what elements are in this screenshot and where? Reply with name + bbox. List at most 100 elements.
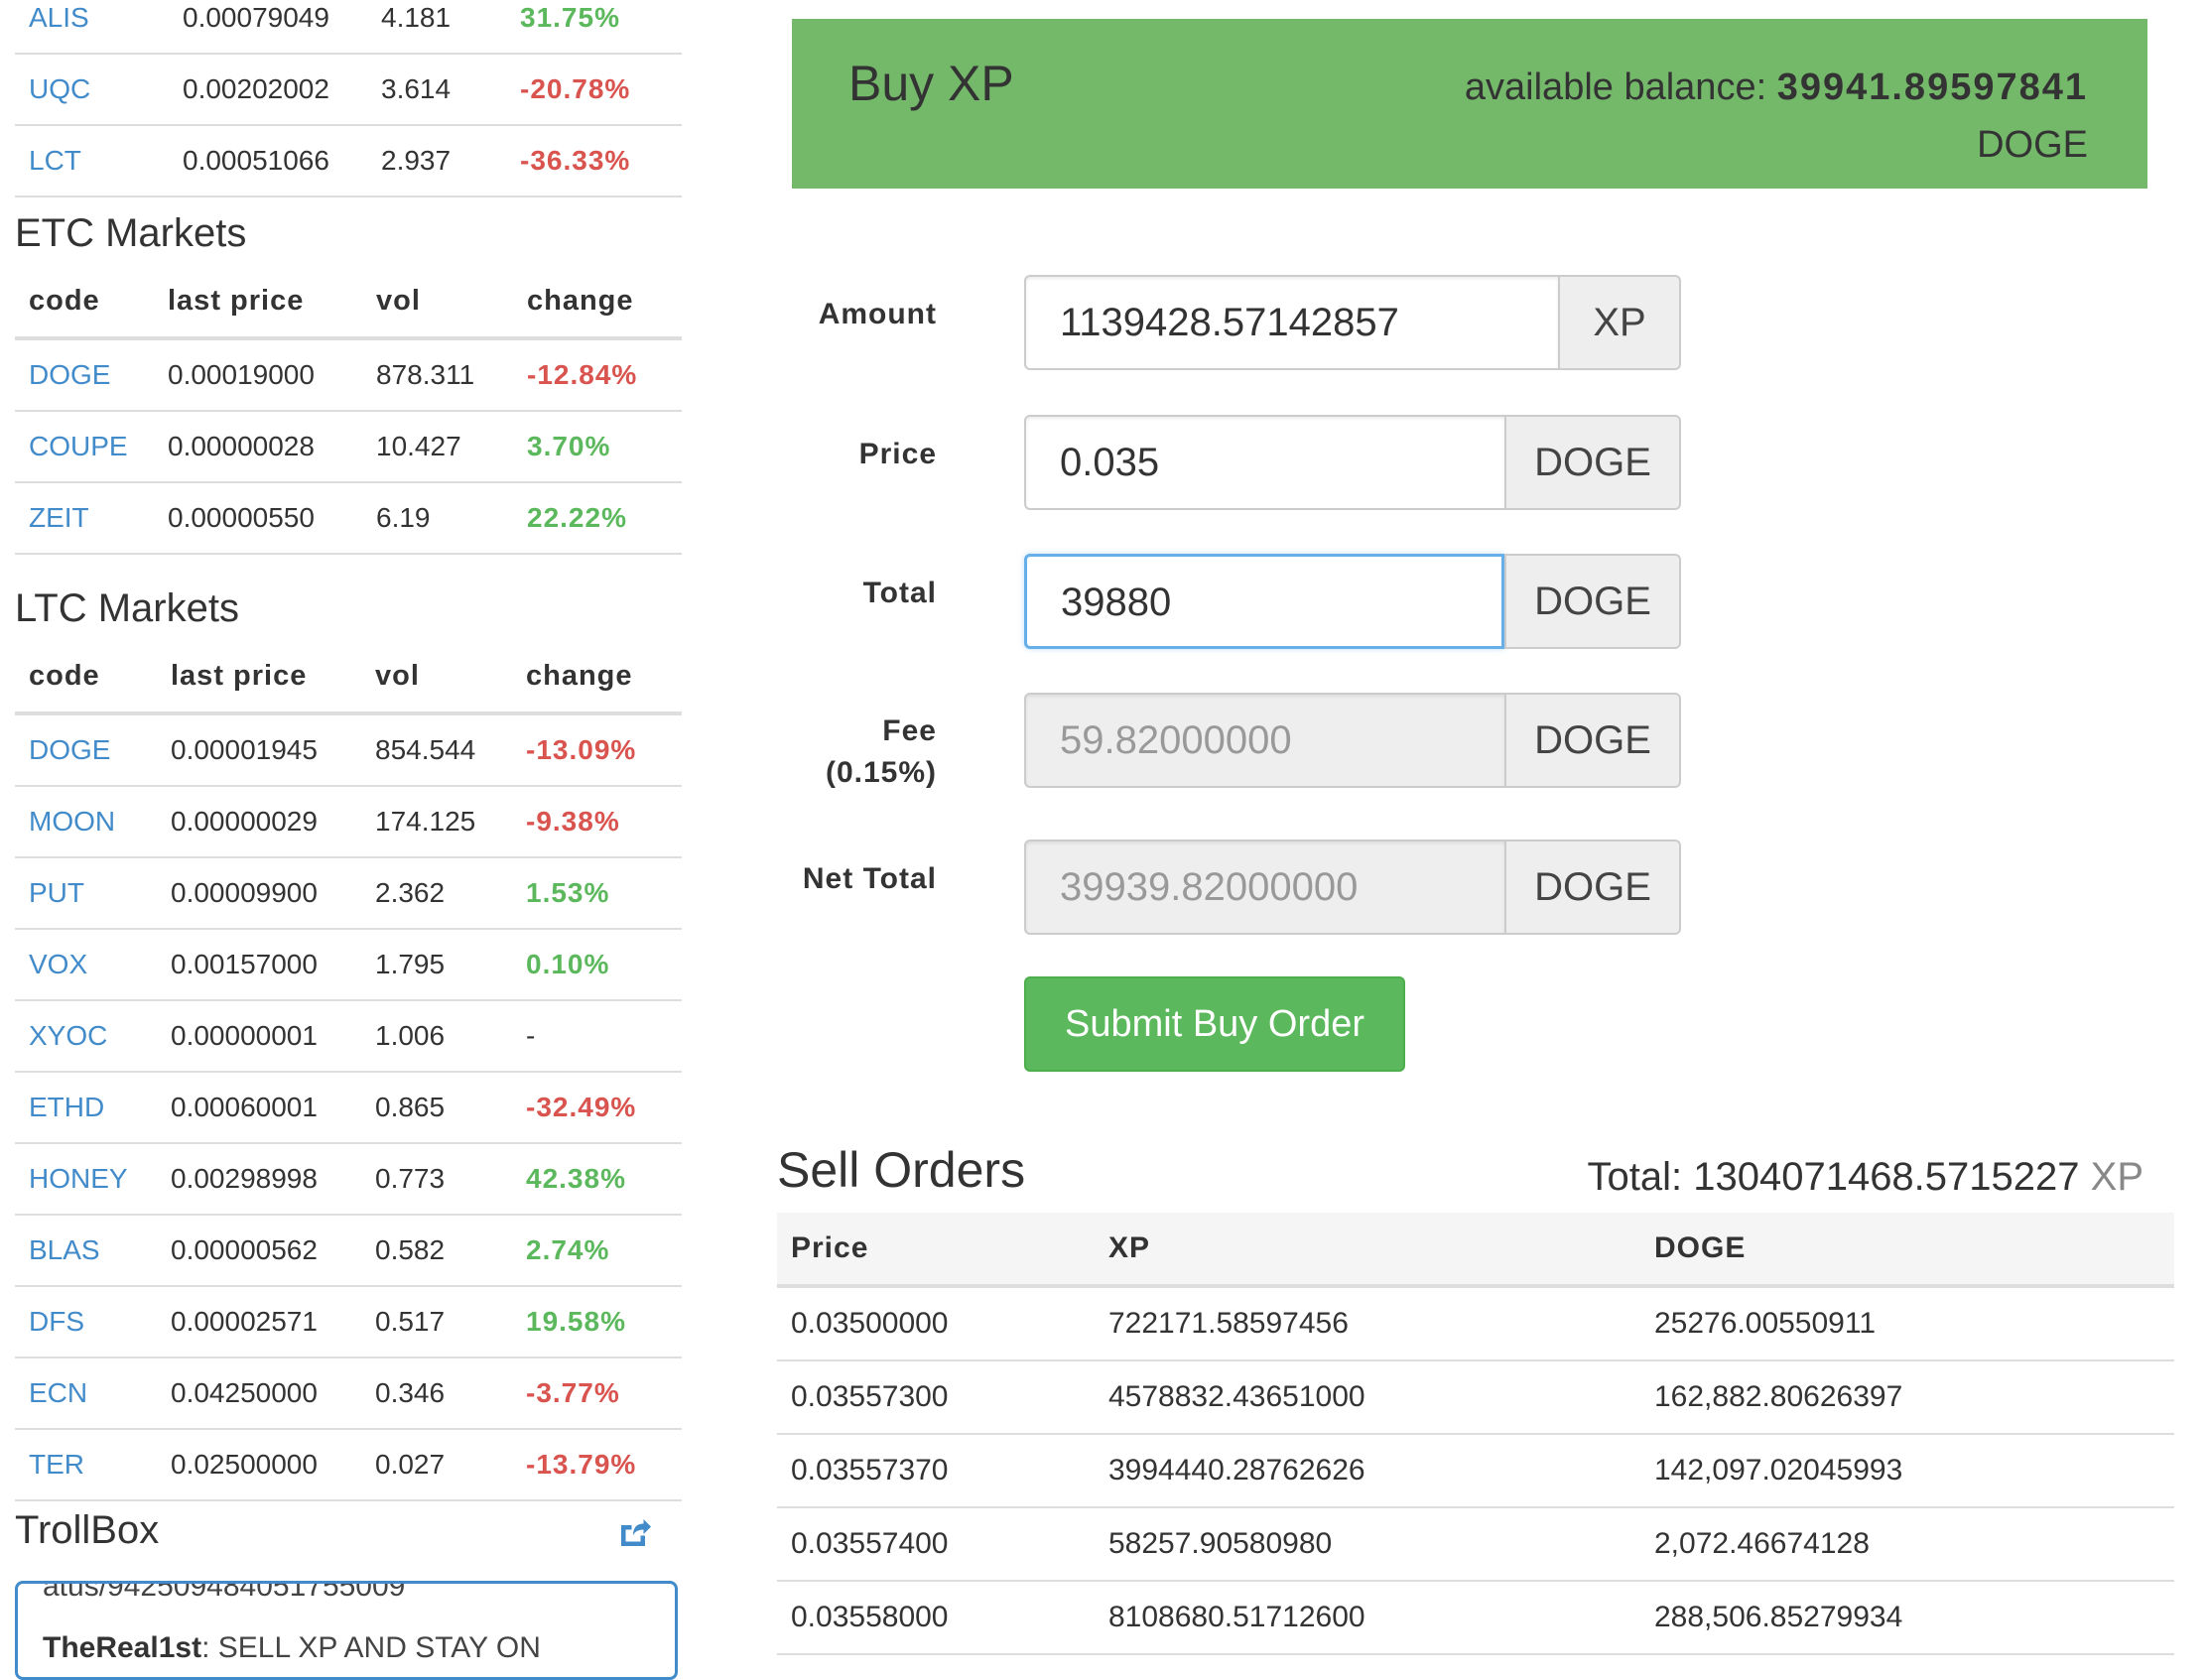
market-code-link[interactable]: ETHD: [15, 1072, 157, 1144]
sell-order-xp: 722171.58597456: [1095, 1286, 1640, 1361]
amount-unit: XP: [1558, 275, 1681, 370]
market-row[interactable]: ALIS 0.00079049 4.181 31.75%: [15, 0, 682, 55]
sell-order-price: 0.03558000: [777, 1581, 1095, 1655]
market-code-link[interactable]: HONEY: [15, 1143, 157, 1216]
market-code-link[interactable]: ZEIT: [15, 482, 154, 555]
etc-header-last-price[interactable]: last price: [154, 265, 362, 340]
market-row[interactable]: TER 0.02500000 0.027 -13.79%: [15, 1429, 682, 1501]
market-code-link[interactable]: BLAS: [15, 1215, 157, 1287]
market-code-link[interactable]: VOX: [15, 929, 157, 1001]
market-row[interactable]: LCT 0.00051066 2.937 -36.33%: [15, 125, 682, 197]
popout-icon[interactable]: [615, 1516, 651, 1552]
sell-order-row[interactable]: 0.03557400 58257.90580980 2,072.46674128: [777, 1507, 2174, 1582]
ltc-header-change[interactable]: change: [512, 640, 682, 715]
total-input[interactable]: 39880: [1024, 554, 1504, 649]
sell-order-xp: 58257.90580980: [1095, 1507, 1640, 1582]
market-volume: 2.362: [361, 857, 512, 930]
market-code-link[interactable]: LCT: [15, 125, 169, 197]
sell-orders-header-xp[interactable]: XP: [1095, 1213, 1640, 1288]
market-row[interactable]: ZEIT 0.00000550 6.19 22.22%: [15, 482, 682, 555]
market-last-price: 0.00202002: [169, 54, 367, 126]
market-row[interactable]: ETHD 0.00060001 0.865 -32.49%: [15, 1072, 682, 1144]
chat-previous-line: atus/942509484051755009: [43, 1581, 406, 1603]
market-code-link[interactable]: MOON: [15, 786, 157, 858]
sell-orders-header-price[interactable]: Price: [777, 1213, 1095, 1288]
market-code-link[interactable]: DOGE: [15, 338, 154, 412]
market-row[interactable]: VOX 0.00157000 1.795 0.10%: [15, 929, 682, 1001]
market-row[interactable]: BLAS 0.00000562 0.582 2.74%: [15, 1215, 682, 1287]
market-change: 22.22%: [513, 482, 682, 555]
market-code-link[interactable]: PUT: [15, 857, 157, 930]
market-code-link[interactable]: TER: [15, 1429, 157, 1501]
net-total-input: 39939.82000000: [1024, 840, 1504, 935]
buy-panel-header: Buy XP available balance: 39941.89597841…: [792, 19, 2147, 189]
market-row[interactable]: PUT 0.00009900 2.362 1.53%: [15, 857, 682, 930]
sell-order-row[interactable]: 0.03500000 722171.58597456 25276.00550911: [777, 1286, 2174, 1361]
sell-order-row[interactable]: 0.03557370 3994440.28762626 142,097.020459…: [777, 1434, 2174, 1508]
market-last-price: 0.00000550: [154, 482, 362, 555]
market-last-price: 0.00000029: [157, 786, 361, 858]
amount-label: Amount: [818, 298, 937, 330]
market-change: 19.58%: [512, 1286, 682, 1358]
market-code-link[interactable]: ALIS: [15, 0, 169, 55]
market-change: -: [512, 1000, 682, 1073]
market-row[interactable]: MOON 0.00000029 174.125 -9.38%: [15, 786, 682, 858]
market-code-link[interactable]: DFS: [15, 1286, 157, 1358]
market-code-link[interactable]: COUPE: [15, 411, 154, 483]
submit-buy-order-button[interactable]: Submit Buy Order: [1024, 976, 1405, 1072]
market-row[interactable]: DOGE 0.00019000 878.311 -12.84%: [15, 338, 682, 412]
sell-order-row[interactable]: 0.03557300 4578832.43651000 162,882.806263…: [777, 1360, 2174, 1435]
market-row[interactable]: ECN 0.04250000 0.346 -3.77%: [15, 1357, 682, 1430]
market-change: 31.75%: [506, 0, 682, 55]
sell-order-price: 0.03557370: [777, 1434, 1095, 1508]
etc-header-code[interactable]: code: [15, 265, 154, 340]
market-code-link[interactable]: XYOC: [15, 1000, 157, 1073]
market-code-link[interactable]: ECN: [15, 1357, 157, 1430]
market-volume: 1.006: [361, 1000, 512, 1073]
market-last-price: 0.00000001: [157, 1000, 361, 1073]
sell-order-doge: 288,506.85279934: [1640, 1581, 2174, 1655]
sell-order-doge: 2,072.46674128: [1640, 1507, 2174, 1582]
market-row[interactable]: COUPE 0.00000028 10.427 3.70%: [15, 411, 682, 483]
market-code-link[interactable]: DOGE: [15, 713, 157, 787]
market-code-link[interactable]: UQC: [15, 54, 169, 126]
market-last-price: 0.00157000: [157, 929, 361, 1001]
market-volume: 0.517: [361, 1286, 512, 1358]
price-label: Price: [858, 438, 937, 470]
market-volume: 10.427: [362, 411, 513, 483]
ltc-header-vol[interactable]: vol: [361, 640, 512, 715]
market-last-price: 0.00009900: [157, 857, 361, 930]
fee-label: Fee (0.15%): [826, 711, 937, 794]
market-last-price: 0.00002571: [157, 1286, 361, 1358]
price-group: 0.035 DOGE: [1024, 415, 1681, 510]
fee-percent: (0.15%): [825, 756, 937, 789]
net-total-unit: DOGE: [1504, 840, 1681, 935]
market-volume: 4.181: [367, 0, 506, 55]
ltc-header-code[interactable]: code: [15, 640, 157, 715]
etc-header-vol[interactable]: vol: [362, 265, 513, 340]
markets-column: ALIS 0.00079049 4.181 31.75% UQC 0.00202002 3.…: [15, 0, 682, 1501]
sell-orders-header-doge[interactable]: DOGE: [1640, 1213, 2174, 1288]
market-row[interactable]: DOGE 0.00001945 854.544 -13.09%: [15, 713, 682, 787]
market-row[interactable]: DFS 0.00002571 0.517 19.58%: [15, 1286, 682, 1358]
etc-markets-table: code last price vol change DOGE 0.00019000 87…: [15, 265, 682, 555]
chat-username[interactable]: TheReal1st: [43, 1631, 201, 1664]
ltc-markets-title: LTC Markets: [15, 586, 239, 630]
market-change: -20.78%: [506, 54, 682, 126]
market-row[interactable]: UQC 0.00202002 3.614 -20.78%: [15, 54, 682, 126]
market-volume: 2.937: [367, 125, 506, 197]
trollbox-chat[interactable]: atus/942509484051755009 TheReal1st: SELL…: [15, 1581, 678, 1680]
chat-message: TheReal1st: SELL XP AND STAY ON: [43, 1631, 541, 1664]
sell-order-doge: 25276.00550911: [1640, 1286, 2174, 1361]
market-last-price: 0.00051066: [169, 125, 367, 197]
amount-input[interactable]: 1139428.57142857: [1024, 275, 1558, 370]
market-row[interactable]: HONEY 0.00298998 0.773 42.38%: [15, 1143, 682, 1216]
net-total-label: Net Total: [802, 862, 937, 895]
sell-order-xp: 8108680.51712600: [1095, 1581, 1640, 1655]
etc-header-change[interactable]: change: [513, 265, 682, 340]
sell-order-row[interactable]: 0.03558000 8108680.51712600 288,506.852799…: [777, 1581, 2174, 1655]
price-input[interactable]: 0.035: [1024, 415, 1504, 510]
fee-label-text: Fee: [882, 714, 937, 747]
market-row[interactable]: XYOC 0.00000001 1.006-: [15, 1000, 682, 1073]
ltc-header-last-price[interactable]: last price: [157, 640, 361, 715]
